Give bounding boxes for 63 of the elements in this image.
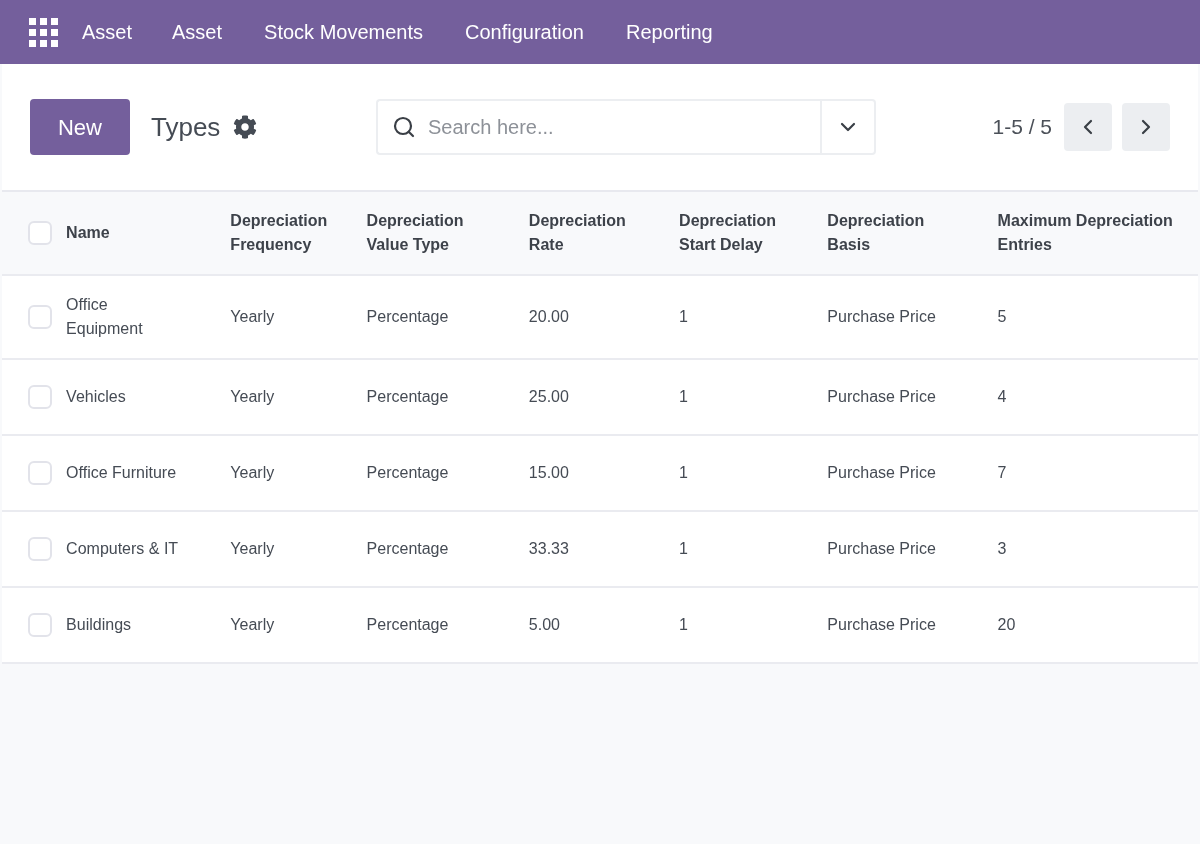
page-title: Types bbox=[151, 110, 221, 144]
column-header[interactable]: Depreciation Start Delay bbox=[679, 209, 800, 257]
table-cell-text: Yearly bbox=[230, 615, 276, 635]
table-cell-text: 25.00 bbox=[528, 387, 570, 407]
table-cell-text: Percentage bbox=[366, 463, 450, 483]
checkbox[interactable] bbox=[28, 613, 52, 638]
table-cell-text: 1 bbox=[679, 387, 689, 407]
table-cell-text: 33.33 bbox=[528, 539, 570, 559]
nav-menu-item[interactable]: Asset bbox=[172, 17, 223, 47]
table-cell-text: Purchase Price bbox=[827, 387, 937, 407]
table-cell-text: Purchase Price bbox=[827, 539, 937, 559]
table-cell-text: 20.00 bbox=[528, 307, 570, 327]
checkbox[interactable] bbox=[28, 221, 52, 246]
table-cell-text: Percentage bbox=[366, 615, 450, 635]
table-cell-text: Purchase Price bbox=[827, 307, 937, 327]
table-cell-text: Computers & IT bbox=[66, 539, 180, 559]
column-header[interactable]: Depreciation Frequency bbox=[230, 209, 351, 257]
nav-menu-item[interactable]: Configuration bbox=[465, 17, 584, 47]
checkbox[interactable] bbox=[28, 385, 52, 410]
nav-menu-item[interactable]: Stock Movements bbox=[264, 17, 423, 47]
settings-icon[interactable] bbox=[233, 115, 258, 139]
table-cell-text: 3 bbox=[997, 539, 1008, 559]
filter-toggle-button[interactable] bbox=[820, 99, 876, 155]
table-cell-text: Buildings bbox=[66, 615, 133, 635]
table-cell-text: Office Equipment bbox=[66, 295, 144, 339]
table-cell-text: 20 bbox=[997, 615, 1017, 635]
column-header[interactable]: Depreciation Rate bbox=[528, 209, 649, 257]
column-header[interactable]: Name bbox=[66, 221, 197, 245]
table-cell-text: Yearly bbox=[230, 307, 276, 327]
table-cell-text: 15.00 bbox=[528, 463, 570, 483]
search-field[interactable]: Search here... bbox=[376, 99, 820, 155]
table-cell-text: Office Furniture bbox=[66, 463, 178, 483]
table-cell-text: 4 bbox=[997, 387, 1008, 407]
table-cell-text: Yearly bbox=[230, 387, 276, 407]
table-cell-text: Percentage bbox=[366, 307, 450, 327]
table-cell-text: Vehicles bbox=[66, 387, 127, 407]
table-cell-text: Purchase Price bbox=[827, 463, 937, 483]
table-cell-text: 1 bbox=[679, 307, 689, 327]
nav-menu-item[interactable]: Reporting bbox=[626, 17, 713, 47]
search-icon bbox=[392, 115, 416, 139]
table-cell-text: Yearly bbox=[230, 463, 276, 483]
column-header[interactable]: Depreciation Value Type bbox=[366, 209, 487, 257]
table-cell-text: 1 bbox=[679, 615, 689, 635]
table-cell-text: 1 bbox=[679, 463, 689, 483]
app-name[interactable]: Asset bbox=[82, 17, 133, 47]
column-header[interactable]: Depreciation Basis bbox=[827, 209, 948, 257]
apps-grid-icon[interactable] bbox=[29, 17, 58, 47]
new-button[interactable]: New bbox=[30, 99, 130, 155]
column-header[interactable]: Maximum Depreciation Entries bbox=[997, 209, 1188, 257]
checkbox[interactable] bbox=[28, 537, 52, 562]
table-cell-text: Purchase Price bbox=[827, 615, 937, 635]
pager-value: 1-5 / 5 bbox=[992, 114, 1052, 141]
checkbox[interactable] bbox=[28, 461, 52, 486]
table-cell-text: 5 bbox=[997, 307, 1008, 327]
table-cell-text: Percentage bbox=[366, 387, 450, 407]
checkbox[interactable] bbox=[28, 305, 52, 330]
table-cell-text: Percentage bbox=[366, 539, 450, 559]
next-page-button[interactable] bbox=[1122, 103, 1170, 151]
table-cell-text: Yearly bbox=[230, 539, 276, 559]
table-cell-text: 7 bbox=[997, 463, 1008, 483]
previous-page-button[interactable] bbox=[1064, 103, 1112, 151]
table-cell-text: 5.00 bbox=[528, 615, 561, 635]
table-cell-text: 1 bbox=[679, 539, 689, 559]
